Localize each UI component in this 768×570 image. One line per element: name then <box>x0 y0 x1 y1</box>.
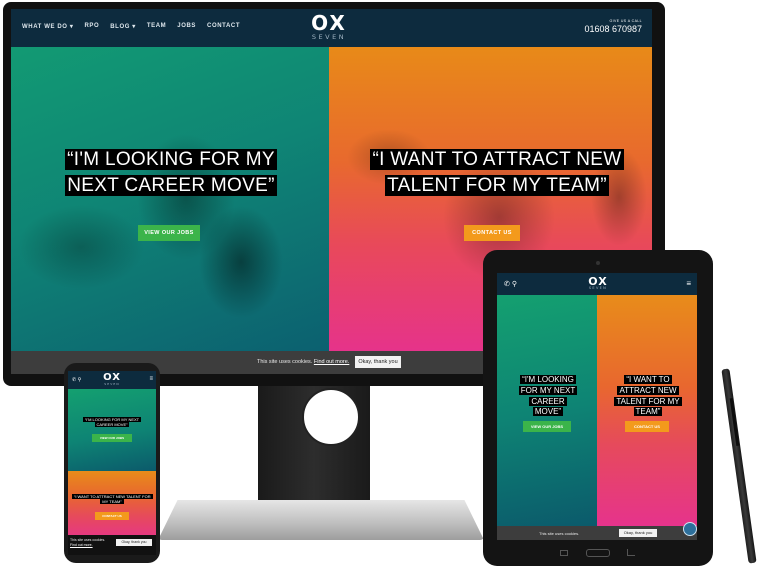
tablet-cookie-okay-button[interactable]: Okay, thank you <box>619 529 657 537</box>
stylus-pen <box>721 368 757 564</box>
view-our-jobs-button[interactable]: VIEW OUR JOBS <box>138 225 200 241</box>
phone-cookie-banner: This site uses cookies. Find out more. O… <box>68 535 156 555</box>
logo-text-seven: SEVEN <box>311 33 347 41</box>
tablet-candidate-quote: “I'M LOOKING FOR MY NEXT CAREER MOVE” <box>517 375 579 418</box>
tablet-candidate-quote-text: “I'M LOOKING FOR MY NEXT CAREER MOVE” <box>518 375 578 417</box>
call-label: GIVE US A CALL <box>609 19 642 23</box>
phone-client-quote: “I WANT TO ATTRACT NEW TALENT FOR MY TEA… <box>72 494 153 505</box>
tablet-client-quote-text: “I WANT TO ATTRACT NEW TALENT FOR MY TEA… <box>614 375 682 417</box>
map-pin-icon[interactable]: ⚲ <box>78 377 82 383</box>
logo-text-ox: OX <box>311 11 347 35</box>
logo-text-seven: SEVEN <box>104 382 120 386</box>
tablet-view-our-jobs-button[interactable]: VIEW OUR JOBS <box>523 421 571 432</box>
tablet-client-quote: “I WANT TO ATTRACT NEW TALENT FOR MY TEA… <box>613 375 683 418</box>
hero-candidate-quote-text: “I'M LOOKING FOR MY NEXT CAREER MOVE” <box>65 149 277 196</box>
phone-screen: ✆ ⚲ OX SEVEN ≡ “I'M LOOKING FOR MY NEXT … <box>68 371 156 555</box>
hero-client-quote-text: “I WANT TO ATTRACT NEW TALENT FOR MY TEA… <box>370 149 624 196</box>
hero-candidate-panel <box>11 47 329 351</box>
phone-navbar: ✆ ⚲ OX SEVEN ≡ <box>68 371 156 389</box>
nav-jobs[interactable]: JOBS <box>177 23 196 30</box>
tablet-camera <box>596 261 600 265</box>
phone-logo[interactable]: OX SEVEN <box>100 373 124 386</box>
tablet-screen: ✆ ⚲ OX SEVEN ≡ “I'M LOOKING FOR MY NEXT … <box>497 273 697 540</box>
contact-us-button[interactable]: CONTACT US <box>464 225 520 241</box>
phone-cookie-find-out-more-link[interactable]: Find out more. <box>70 543 93 547</box>
hero-candidate-quote: “I'M LOOKING FOR MY NEXT CAREER MOVE” <box>51 147 291 198</box>
cookie-okay-button[interactable]: Okay, thank you <box>355 356 401 368</box>
nav-rpo[interactable]: RPO <box>84 23 99 30</box>
nav-team[interactable]: TEAM <box>147 23 166 30</box>
desktop-navbar: WHAT WE DO ▾ RPO BLOG ▾ TEAM JOBS CONTAC… <box>11 9 652 47</box>
tablet-logo[interactable]: OX SEVEN <box>585 276 611 291</box>
phone-cookie-message: This site uses cookies. Find out more. <box>70 538 112 547</box>
hero-client-quote: “I WANT TO ATTRACT NEW TALENT FOR MY TEA… <box>363 147 631 198</box>
tablet-recent-apps-key[interactable] <box>627 549 635 556</box>
desktop-call-block[interactable]: GIVE US A CALL 01608 670987 <box>584 19 642 34</box>
monitor-stand-cable-hole <box>302 388 360 446</box>
tablet-cookie-banner: This site uses cookies. Okay, thank you <box>497 526 697 540</box>
phone-cookie-text: This site uses cookies. <box>70 538 106 542</box>
phone-hero-candidate-panel <box>68 389 156 471</box>
desktop-logo[interactable]: OX SEVEN <box>305 13 353 41</box>
phone-cookie-okay-button[interactable]: Okay, thank you <box>116 539 152 546</box>
phone-contact-us-button[interactable]: CONTACT US <box>95 512 129 520</box>
tablet-navbar: ✆ ⚲ OX SEVEN ≡ <box>497 273 697 295</box>
tablet-contact-icons: ✆ ⚲ <box>504 280 517 288</box>
phone-hero-client-panel <box>68 471 156 541</box>
tablet-home-button[interactable] <box>586 549 610 557</box>
nav-what-we-do[interactable]: WHAT WE DO ▾ <box>22 23 73 30</box>
hamburger-menu-icon[interactable]: ≡ <box>686 279 691 288</box>
cookie-text: This site uses cookies. <box>257 359 313 365</box>
phone-candidate-quote-text: “I'M LOOKING FOR MY NEXT CAREER MOVE” <box>82 417 142 428</box>
phone-number[interactable]: 01608 670987 <box>584 24 642 34</box>
hamburger-menu-icon[interactable]: ≡ <box>149 376 153 382</box>
phone-candidate-quote: “I'M LOOKING FOR MY NEXT CAREER MOVE” <box>78 417 146 428</box>
tablet-back-key[interactable] <box>560 550 568 556</box>
cookie-find-out-more-link[interactable]: Find out more. <box>314 359 349 365</box>
map-pin-icon[interactable]: ⚲ <box>512 281 517 288</box>
nav-contact[interactable]: CONTACT <box>207 23 240 30</box>
chat-bubble-icon[interactable] <box>683 522 697 536</box>
phone-icon[interactable]: ✆ <box>504 281 510 288</box>
phone-contact-icons: ✆ ⚲ <box>72 377 81 383</box>
phone-client-quote-text: “I WANT TO ATTRACT NEW TALENT FOR MY TEA… <box>72 494 153 505</box>
nav-blog[interactable]: BLOG ▾ <box>110 23 136 30</box>
cookie-message: This site uses cookies. Find out more. <box>257 359 349 365</box>
desktop-nav-links: WHAT WE DO ▾ RPO BLOG ▾ TEAM JOBS CONTAC… <box>22 23 240 30</box>
tablet-contact-us-button[interactable]: CONTACT US <box>625 421 669 432</box>
tablet-cookie-message: This site uses cookies. <box>539 531 580 536</box>
monitor-stand-base <box>158 500 484 540</box>
phone-view-our-jobs-button[interactable]: VIEW OUR JOBS <box>92 434 132 442</box>
phone-icon[interactable]: ✆ <box>72 377 76 383</box>
